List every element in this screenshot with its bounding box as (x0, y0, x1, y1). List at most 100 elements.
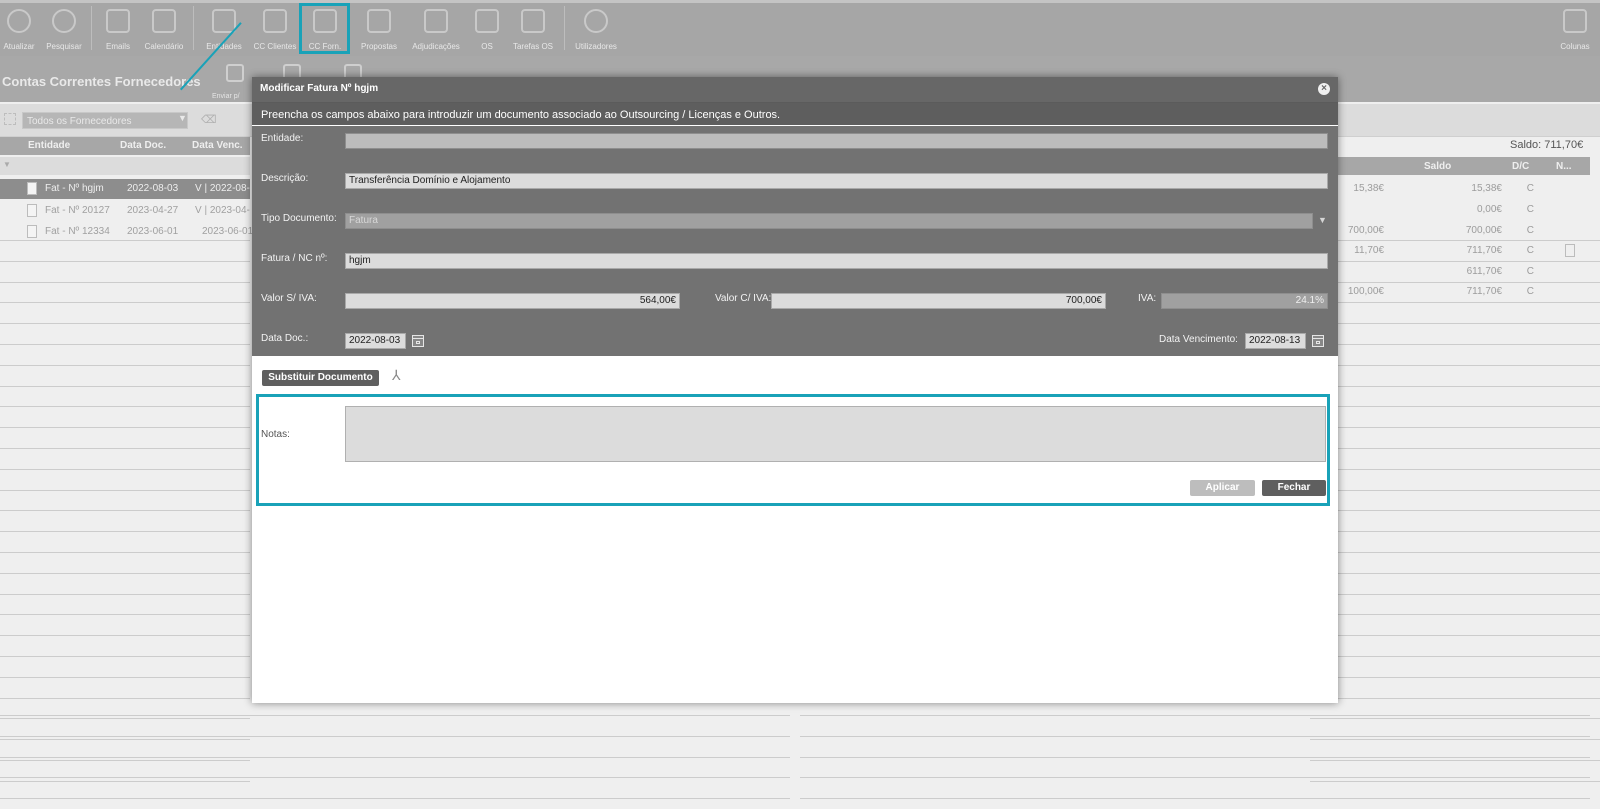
table-row[interactable]: Fat - Nº 12334 2023-06-01 2023-06-01 (0, 222, 253, 242)
grid-line (0, 490, 250, 491)
grid-line (0, 781, 250, 782)
tipo-documento-select[interactable]: Fatura (345, 213, 1313, 229)
grid-line (0, 656, 250, 657)
grid-line (0, 240, 250, 241)
pdf-icon[interactable]: ⅄ (392, 367, 401, 384)
column-header-data-venc[interactable]: Data Venc. (192, 140, 243, 151)
toolbar-tarefas-os-button[interactable]: Tarefas OS (508, 0, 558, 53)
entidade-field[interactable] (345, 133, 1328, 149)
grid-line (0, 635, 250, 636)
search-icon (52, 9, 76, 33)
dc-cell: C (1526, 225, 1534, 236)
document-icon[interactable] (1565, 244, 1575, 257)
grid-line (0, 698, 250, 699)
grid-line (0, 282, 250, 283)
grid-line (800, 757, 1590, 758)
chevron-down-icon: ▼ (178, 113, 187, 123)
close-button[interactable]: Fechar (1262, 480, 1326, 496)
apply-button[interactable]: Aplicar (1190, 480, 1255, 496)
toolbar-users-button[interactable]: Utilizadores (572, 0, 620, 53)
column-header-dc[interactable]: D/C (1512, 161, 1529, 172)
modify-invoice-dialog: Modificar Fatura Nº hgjm × Preencha os c… (252, 77, 1338, 703)
data-vencimento-field[interactable]: 2022-08-13 (1245, 333, 1306, 349)
send-label: Enviar p/ (212, 93, 240, 100)
grid-line (0, 510, 250, 511)
expand-icon[interactable]: ▼ (3, 160, 11, 169)
close-icon[interactable]: × (1318, 83, 1330, 95)
replace-document-button[interactable]: Substituir Documento (262, 370, 379, 386)
data-doc-label: Data Doc.: (261, 333, 309, 344)
grid-line (0, 614, 250, 615)
toolbar-entities-button[interactable]: Entidades (202, 0, 246, 53)
column-header-entidade[interactable]: Entidade (28, 140, 70, 151)
grid-line (1310, 635, 1600, 636)
data-vencimento-label: Data Vencimento: (1159, 334, 1238, 345)
dc-cell: C (1526, 266, 1534, 277)
toolbar-calendar-button[interactable]: Calendário (142, 0, 186, 53)
select-all-icon[interactable] (4, 113, 16, 125)
grid-line (0, 261, 250, 262)
grid-line (800, 777, 1590, 778)
calendar-icon[interactable] (412, 335, 424, 347)
grid-line (0, 552, 250, 553)
proposals-icon (367, 9, 391, 33)
notas-label: Notas: (261, 429, 290, 440)
document-icon (27, 225, 37, 238)
iva-field: 24.1% (1161, 293, 1328, 309)
dialog-title: Modificar Fatura Nº hgjm (260, 83, 379, 94)
grid-line (0, 365, 250, 366)
grid-line (1310, 323, 1600, 324)
grid-line (0, 736, 790, 737)
valor-com-iva-field[interactable]: 700,00€ (771, 293, 1106, 309)
grid-line (1310, 614, 1600, 615)
wrench-icon (475, 9, 499, 33)
descricao-field[interactable]: Transferência Domínio e Alojamento (345, 173, 1328, 189)
calendar-icon[interactable] (1312, 335, 1324, 347)
grid-line (0, 302, 250, 303)
toolbar-os-button[interactable]: OS (472, 0, 502, 53)
table-row[interactable]: Fat - Nº 20127 2023-04-27 V | 2023-04- (0, 201, 250, 221)
grid-line (800, 798, 1590, 799)
chevron-down-icon[interactable]: ▼ (1318, 215, 1327, 225)
grid-line (1310, 344, 1600, 345)
supplier-filter-select[interactable]: Todos os Fornecedores (22, 112, 188, 129)
email-icon (106, 9, 130, 33)
valor-sem-iva-field[interactable]: 564,00€ (345, 293, 680, 309)
column-header-data-doc[interactable]: Data Doc. (120, 140, 166, 151)
group-row[interactable]: ▼ (0, 157, 250, 175)
dc-cell: C (1526, 183, 1534, 194)
toolbar-cc-clientes-button[interactable]: CC Clientes (251, 0, 299, 53)
dc-cell: C (1526, 204, 1534, 215)
grid-line (1310, 531, 1600, 532)
column-header-n[interactable]: N... (1556, 161, 1572, 172)
toolbar-adjudicacoes-button[interactable]: Adjudicações (406, 0, 466, 53)
toolbar-search-button[interactable]: Pesquisar (42, 0, 86, 53)
grid-line (1310, 718, 1600, 719)
grid-line (1310, 406, 1600, 407)
descricao-label: Descrição: (261, 173, 309, 184)
grid-line (1310, 510, 1600, 511)
grid-line (0, 760, 250, 761)
send-icon[interactable] (226, 64, 244, 82)
column-header-saldo[interactable]: Saldo (1424, 161, 1451, 172)
grid-line (0, 406, 250, 407)
grid-line (1310, 573, 1600, 574)
grid-line (0, 798, 790, 799)
grid-line (1310, 490, 1600, 491)
toolbar-columns-button[interactable]: Colunas (1556, 0, 1594, 53)
dialog-info-text: Preencha os campos abaixo para introduzi… (261, 109, 781, 121)
notes-textarea[interactable] (345, 406, 1326, 462)
toolbar-emails-button[interactable]: Emails (100, 0, 136, 53)
data-doc-field[interactable]: 2022-08-03 (345, 333, 406, 349)
grid-line (1310, 386, 1600, 387)
dc-cell: C (1526, 245, 1534, 256)
toolbar-proposals-button[interactable]: Propostas (357, 0, 401, 53)
grid-line (1310, 698, 1600, 699)
grid-line (0, 573, 250, 574)
eraser-icon[interactable]: ⌫ (201, 113, 217, 126)
fatura-nc-field[interactable]: hgjm (345, 253, 1328, 269)
table-row[interactable]: Fat - Nº hgjm 2022-08-03 V | 2022-08- (0, 179, 250, 199)
toolbar-refresh-button[interactable]: Atualizar (0, 0, 38, 53)
grid-line (1310, 427, 1600, 428)
tipo-documento-label: Tipo Documento: (261, 213, 337, 224)
